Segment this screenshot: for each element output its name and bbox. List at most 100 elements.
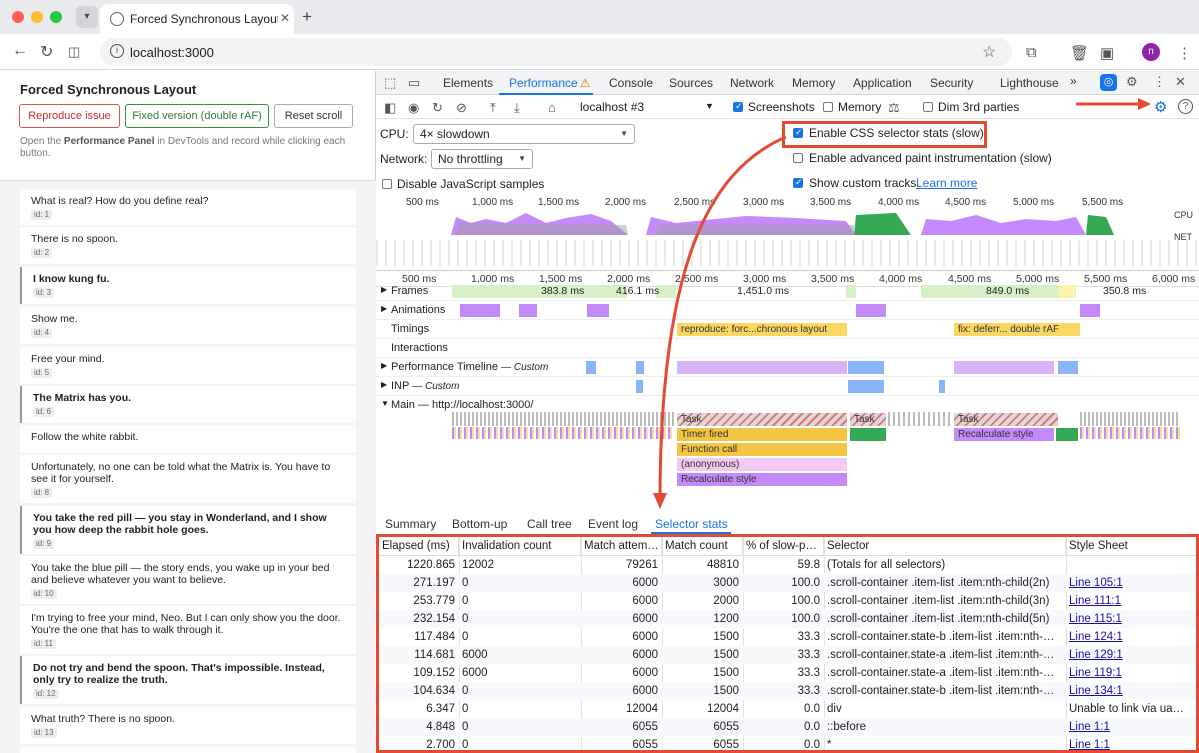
table-cell: 6000 xyxy=(632,577,658,589)
table-row[interactable]: 253.779 0 6000 2000 100.0 .scroll-container .… xyxy=(379,592,1196,610)
split-view-icon[interactable]: ◫ xyxy=(68,44,80,60)
table-cell: 6055 xyxy=(713,739,739,751)
table-cell: 79261 xyxy=(626,559,658,571)
selector-stats-table[interactable]: Elapsed (ms) Invalidation count Match atte… xyxy=(376,534,1199,753)
list-item: I know kung fu. id: 3 xyxy=(20,267,356,304)
table-cell: 12004 xyxy=(707,703,739,715)
scroll-container[interactable]: What is real? How do you define real? id:… xyxy=(0,180,376,753)
url-text: localhost:3000 xyxy=(130,45,214,60)
list-item-text: You take the red pill — you stay in Wond… xyxy=(33,512,327,536)
table-row[interactable]: 114.681 6000 6000 1500 33.3 .scroll-container… xyxy=(379,646,1196,664)
list-item-id: id: 8 xyxy=(31,488,53,498)
style-sheet-link[interactable]: Line 111:1 xyxy=(1069,592,1196,610)
side-panel-icon[interactable]: ▣ xyxy=(1100,44,1114,62)
list-item-id: id: 9 xyxy=(33,539,55,549)
table-cell: 33.3 xyxy=(797,649,820,661)
table-cell: 6000 xyxy=(632,631,658,643)
table-row[interactable]: 2.700 0 6055 6055 0.0 * Line 1:1 xyxy=(379,736,1196,751)
style-sheet-link[interactable]: Line 119:1 xyxy=(1069,664,1196,682)
table-cell: .scroll-container .item-list .item:nth-c… xyxy=(827,577,1050,589)
annotation-arrows xyxy=(653,98,1151,509)
style-sheet-link[interactable]: Line 129:1 xyxy=(1069,646,1196,664)
browser-tab[interactable]: Forced Synchronous Layout D ✕ xyxy=(100,4,294,34)
list-item-text: Follow the white rabbit. xyxy=(31,431,139,443)
table-row[interactable]: 232.154 0 6000 1200 100.0 .scroll-container .… xyxy=(379,610,1196,628)
tab-strip: ▾ Forced Synchronous Layout D ✕ + xyxy=(0,0,1199,34)
table-cell: ::before xyxy=(827,721,866,733)
back-arrow-icon[interactable]: ← xyxy=(12,42,28,60)
close-tab-icon[interactable]: ✕ xyxy=(280,11,290,25)
table-cell: 0.0 xyxy=(804,739,820,751)
list-item-text: Do not try and bend the spoon. That's im… xyxy=(33,662,325,686)
table-cell: 0 xyxy=(462,577,469,589)
fixed-version-button[interactable]: Fixed version (double rAF) xyxy=(125,104,269,128)
reproduce-issue-button[interactable]: Reproduce issue xyxy=(19,104,120,128)
list-item-id: id: 13 xyxy=(31,728,57,738)
table-row[interactable]: 4.848 0 6055 6055 0.0::before Line 1:1 xyxy=(379,718,1196,736)
style-sheet-link[interactable]: Line 1:1 xyxy=(1069,718,1196,736)
web-page: Forced Synchronous Layout Reproduce issu… xyxy=(0,71,376,753)
table-cell: 3000 xyxy=(713,577,739,589)
table-cell: 1500 xyxy=(713,649,739,661)
style-sheet-link[interactable]: Line 105:1 xyxy=(1069,574,1196,592)
table-cell: 4.848 xyxy=(426,721,455,733)
table-cell: 33.3 xyxy=(797,667,820,679)
reset-scroll-button[interactable]: Reset scroll xyxy=(274,104,353,128)
table-cell: 6000 xyxy=(462,667,488,679)
close-window-button[interactable] xyxy=(12,11,24,23)
list-item-text: Show me. xyxy=(31,313,78,325)
bookmark-star-icon[interactable]: ☆ xyxy=(982,42,996,62)
table-cell: 33.3 xyxy=(797,631,820,643)
table-cell: 253.779 xyxy=(413,595,455,607)
list-item-text: There is no spoon. xyxy=(31,233,118,245)
table-cell: 0 xyxy=(462,685,469,697)
table-row[interactable]: 1220.865 12002 79261 48810 59.8 (Totals for a… xyxy=(379,556,1196,574)
page-title: Forced Synchronous Layout xyxy=(20,82,197,97)
table-cell: .scroll-container .item-list .item:nth-c… xyxy=(827,613,1050,625)
table-cell: (Totals for all selectors) xyxy=(827,559,946,571)
table-cell: .scroll-container.state-b .item-list .it… xyxy=(827,631,1055,643)
reload-icon[interactable]: ↻ xyxy=(40,42,53,62)
list-item-text: You take the blue pill — the story ends,… xyxy=(31,562,330,586)
list-item-text: Unfortunately, no one can be told what t… xyxy=(31,461,331,485)
maximize-window-button[interactable] xyxy=(50,11,62,23)
list-item-text: What truth? There is no spoon. xyxy=(31,713,175,725)
table-cell: 0 xyxy=(462,595,469,607)
omnibox[interactable]: i localhost:3000 ☆ xyxy=(100,38,1012,66)
list-item: The Matrix has you. id: 6 xyxy=(20,386,356,423)
new-tab-icon[interactable]: + xyxy=(302,7,312,27)
table-cell: 6000 xyxy=(632,685,658,697)
table-cell: 6055 xyxy=(632,721,658,733)
table-cell: 0 xyxy=(462,613,469,625)
list-item: There is no spoon. id: 2 xyxy=(20,227,356,264)
list-item-id: id: 12 xyxy=(33,689,59,699)
list-item-id: id: 6 xyxy=(33,407,55,417)
style-sheet-link: Unable to link via ua… xyxy=(1069,703,1185,715)
hint-text: Open the Performance Panel in DevTools a… xyxy=(20,136,346,159)
style-sheet-link[interactable]: Line 134:1 xyxy=(1069,682,1196,700)
style-sheet-link[interactable]: Line 115:1 xyxy=(1069,610,1196,628)
list-item: What is real? How do you define real? id:… xyxy=(20,189,356,225)
table-cell: 6000 xyxy=(632,649,658,661)
trash-icon[interactable]: 🗑 xyxy=(1070,44,1089,62)
tab-search-chevron-icon[interactable]: ▾ xyxy=(76,6,98,28)
avatar[interactable]: n xyxy=(1142,43,1160,61)
list-item-text: What is real? How do you define real? xyxy=(31,195,209,207)
list-item: Unfortunately, no one can be told what t… xyxy=(20,455,356,503)
table-row[interactable]: 109.152 6000 6000 1500 33.3 .scroll-container… xyxy=(379,664,1196,682)
site-info-icon[interactable]: i xyxy=(110,44,124,58)
kebab-menu-icon[interactable]: ⋮ xyxy=(1177,44,1192,62)
table-row[interactable]: 271.197 0 6000 3000 100.0 .scroll-container .… xyxy=(379,574,1196,592)
table-cell: 6055 xyxy=(713,721,739,733)
style-sheet-link[interactable]: Line 1:1 xyxy=(1069,736,1196,750)
table-cell: 0 xyxy=(462,703,469,715)
minimize-window-button[interactable] xyxy=(31,11,43,23)
table-cell: 0 xyxy=(462,739,469,751)
table-cell: 2.700 xyxy=(426,739,455,751)
extensions-icon[interactable]: ⧉ xyxy=(1026,44,1037,61)
list-item: Then you'll see that it is not the spoon… xyxy=(20,747,356,753)
style-sheet-link[interactable]: Line 124:1 xyxy=(1069,628,1196,646)
table-row[interactable]: 6.347 0 12004 12004 0.0 div Unable to link via… xyxy=(379,700,1196,718)
table-row[interactable]: 104.634 0 6000 1500 33.3 .scroll-container.st… xyxy=(379,682,1196,700)
table-row[interactable]: 117.484 0 6000 1500 33.3 .scroll-container.st… xyxy=(379,628,1196,646)
